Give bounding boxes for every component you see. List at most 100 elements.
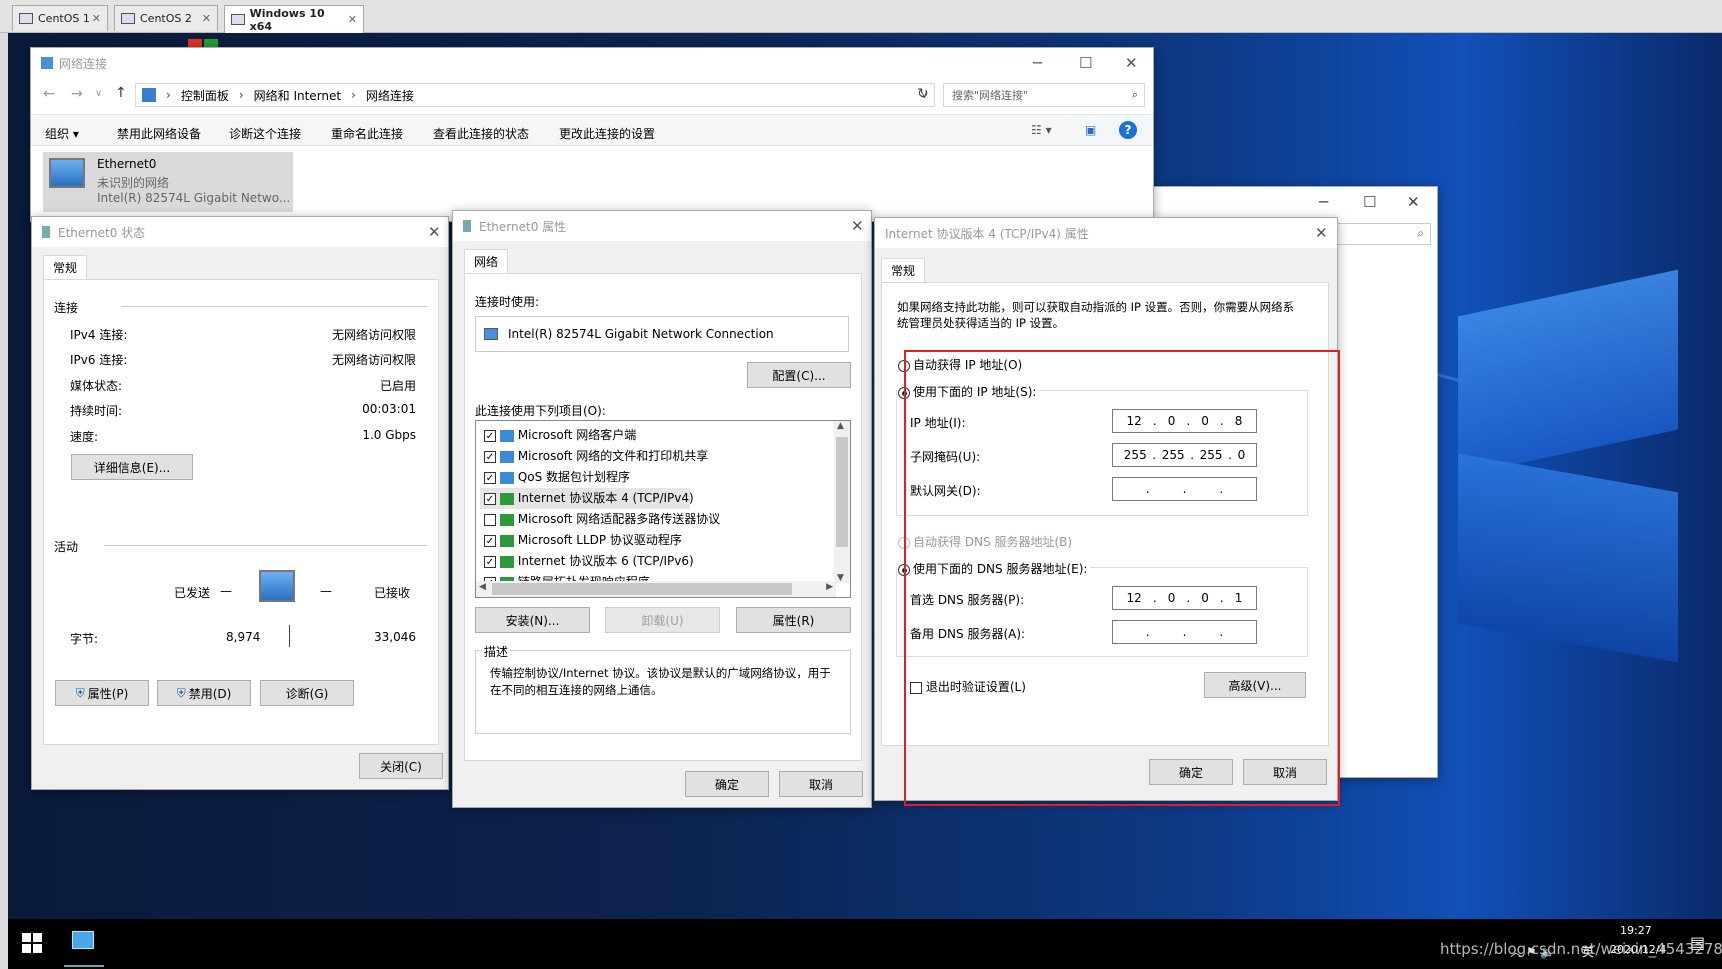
description-group: 描述 传输控制协议/Internet 协议。该协议是默认的广域网络协议，用于在不… <box>475 643 851 734</box>
list-item[interactable]: ✓ Microsoft 网络的文件和打印机共享 <box>484 446 720 467</box>
close-icon[interactable]: ✕ <box>851 217 864 235</box>
media-state-label: 媒体状态: <box>70 379 123 393</box>
vertical-scrollbar[interactable]: ▲ ▼ <box>834 421 850 583</box>
install-button[interactable]: 安装(N)... <box>475 607 590 633</box>
scroll-thumb[interactable] <box>836 437 848 547</box>
checkbox[interactable] <box>484 513 496 526</box>
bytes-sent-value: 8,974 <box>226 630 261 644</box>
protocol-icon <box>499 555 514 568</box>
ok-button[interactable]: 确定 <box>685 771 769 797</box>
search-placeholder: 搜索"网络连接" <box>952 89 1029 102</box>
minimize-icon[interactable]: ─ <box>1319 193 1328 211</box>
activity-computers-icon <box>259 570 295 602</box>
configure-button[interactable]: 配置(C)... <box>747 362 851 388</box>
checkbox[interactable]: ✓ <box>484 450 496 463</box>
list-item[interactable]: ✓ Microsoft LLDP 协议驱动程序 <box>484 530 720 551</box>
breadcrumb-item[interactable]: 网络和 Internet <box>254 87 341 104</box>
status-dialog: Ethernet0 状态 ✕ 常规 连接 IPv4 连接: 无网络访问权限 IP… <box>31 216 449 790</box>
horizontal-scrollbar[interactable]: ◀ ▶ <box>476 581 836 597</box>
forward-icon[interactable]: → <box>71 86 83 102</box>
vm-tab-centos2[interactable]: CentOS 2 ✕ <box>114 5 218 31</box>
list-item[interactable]: Microsoft 网络适配器多路传送器协议 <box>484 509 720 530</box>
rename-button[interactable]: 重命名此连接 <box>331 125 403 142</box>
vm-icon <box>121 13 135 24</box>
network-adapter-icon <box>484 328 498 340</box>
wallpaper-logo <box>1458 269 1678 477</box>
back-icon[interactable]: ← <box>43 86 55 102</box>
help-icon[interactable]: ? <box>1119 121 1137 139</box>
view-status-button[interactable]: 查看此连接的状态 <box>433 125 529 142</box>
vm-icon <box>231 14 245 25</box>
preview-pane-icon[interactable]: ▣ <box>1085 123 1096 137</box>
checkbox[interactable]: ✓ <box>484 471 496 484</box>
scroll-left-icon[interactable]: ◀ <box>479 582 486 592</box>
list-item[interactable]: ✓ Internet 协议版本 6 (TCP/IPv6) <box>484 551 720 572</box>
close-icon[interactable]: ✕ <box>1125 54 1138 72</box>
items-list[interactable]: ✓ Microsoft 网络客户端 ✓ Microsoft 网络的文件和打印机共… <box>475 420 851 598</box>
details-button[interactable]: 详细信息(E)... <box>71 454 193 480</box>
properties-button[interactable]: ⛨ 属性(P) <box>55 680 149 706</box>
description-text: 传输控制协议/Internet 协议。该协议是默认的广域网络协议，用于在不同的相… <box>490 666 831 697</box>
duration-value: 00:03:01 <box>362 402 416 416</box>
list-item-selected[interactable]: ✓ Internet 协议版本 4 (TCP/IPv4) <box>480 488 694 509</box>
command-bar: 组织 ▾ 禁用此网络设备 诊断这个连接 重命名此连接 查看此连接的状态 更改此连… <box>31 114 1153 146</box>
intro-text: 如果网络支持此功能，则可以获取自动指派的 IP 设置。否则，你需要从网络系统管理… <box>897 300 1295 330</box>
close-icon[interactable]: ✕ <box>92 12 101 25</box>
diagnose-button[interactable]: 诊断这个连接 <box>229 125 301 142</box>
control-panel-icon <box>142 88 156 102</box>
speed-value: 1.0 Gbps <box>362 428 416 442</box>
properties-dialog-titlebar: Ethernet0 属性 <box>453 211 871 241</box>
tab-general[interactable]: 常规 <box>43 255 88 279</box>
ipv4-dialog-titlebar: Internet 协议版本 4 (TCP/IPv4) 属性 <box>875 218 1337 248</box>
network-icon <box>42 226 50 238</box>
close-icon[interactable]: ✕ <box>348 13 357 26</box>
close-icon[interactable]: ✕ <box>202 12 211 25</box>
disable-device-button[interactable]: 禁用此网络设备 <box>117 125 201 142</box>
scroll-down-icon[interactable]: ▼ <box>837 573 844 583</box>
checkbox[interactable]: ✓ <box>484 555 496 568</box>
checkbox[interactable]: ✓ <box>484 534 496 547</box>
close-icon[interactable]: ✕ <box>428 223 441 241</box>
cancel-button[interactable]: 取消 <box>779 771 863 797</box>
vm-tab-windows10[interactable]: Windows 10 x64 ✕ <box>224 5 364 33</box>
network-taskbar-icon[interactable] <box>72 931 94 949</box>
maximize-icon[interactable]: ☐ <box>1079 54 1092 72</box>
list-item[interactable]: ✓ Microsoft 网络客户端 <box>484 425 720 446</box>
minimize-icon[interactable]: ─ <box>1033 54 1042 72</box>
organize-button[interactable]: 组织 ▾ <box>45 125 79 142</box>
maximize-icon[interactable]: ☐ <box>1363 193 1376 211</box>
list-item[interactable]: ✓ QoS 数据包计划程序 <box>484 467 720 488</box>
refresh-icon[interactable]: ↻ <box>917 86 929 102</box>
address-bar[interactable]: › 控制面板 › 网络和 Internet › 网络连接 ∨ <box>135 83 935 107</box>
scroll-right-icon[interactable]: ▶ <box>826 582 833 592</box>
adapter-item-ethernet0[interactable]: Ethernet0 未识别的网络 Intel(R) 82574L Gigabit… <box>43 152 293 212</box>
scroll-thumb[interactable] <box>492 583 792 595</box>
scroll-up-icon[interactable]: ▲ <box>837 421 844 431</box>
up-icon[interactable]: ↑ <box>115 85 127 101</box>
view-options-icon[interactable]: ☷ ▾ <box>1031 123 1052 137</box>
bytes-divider <box>289 625 290 647</box>
section-connection-label: 连接 <box>54 301 79 315</box>
close-icon[interactable]: ✕ <box>1315 224 1328 242</box>
window-title: Ethernet0 状态 <box>58 225 146 240</box>
close-button[interactable]: 关闭(C) <box>359 753 443 779</box>
checkbox[interactable]: ✓ <box>484 429 496 442</box>
item-properties-button[interactable]: 属性(R) <box>736 607 851 633</box>
breadcrumb-item[interactable]: 控制面板 <box>181 87 229 104</box>
search-input[interactable]: 搜索"网络连接" ⌕ <box>943 83 1145 107</box>
breadcrumb-item[interactable]: 网络连接 <box>366 87 414 104</box>
start-button[interactable] <box>22 933 42 953</box>
checkbox[interactable]: ✓ <box>484 492 496 505</box>
disable-button[interactable]: ⛨ 禁用(D) <box>157 680 251 706</box>
close-icon[interactable]: ✕ <box>1407 193 1420 211</box>
network-adapter-icon <box>49 158 85 188</box>
watermark: https://blog.csdn.net/weixin_45432789 <box>1440 940 1722 958</box>
chevron-down-icon[interactable]: ∨ <box>95 88 102 99</box>
tab-network[interactable]: 网络 <box>464 249 509 273</box>
vm-tab-centos1[interactable]: CentOS 1 ✕ <box>12 5 108 31</box>
change-settings-button[interactable]: 更改此连接的设置 <box>559 125 655 142</box>
diagnose-button[interactable]: 诊断(G) <box>260 680 354 706</box>
clock-time[interactable]: 19:27 <box>1620 924 1652 937</box>
tab-general[interactable]: 常规 <box>881 258 926 282</box>
explorer-titlebar: 网络连接 <box>31 48 1153 78</box>
